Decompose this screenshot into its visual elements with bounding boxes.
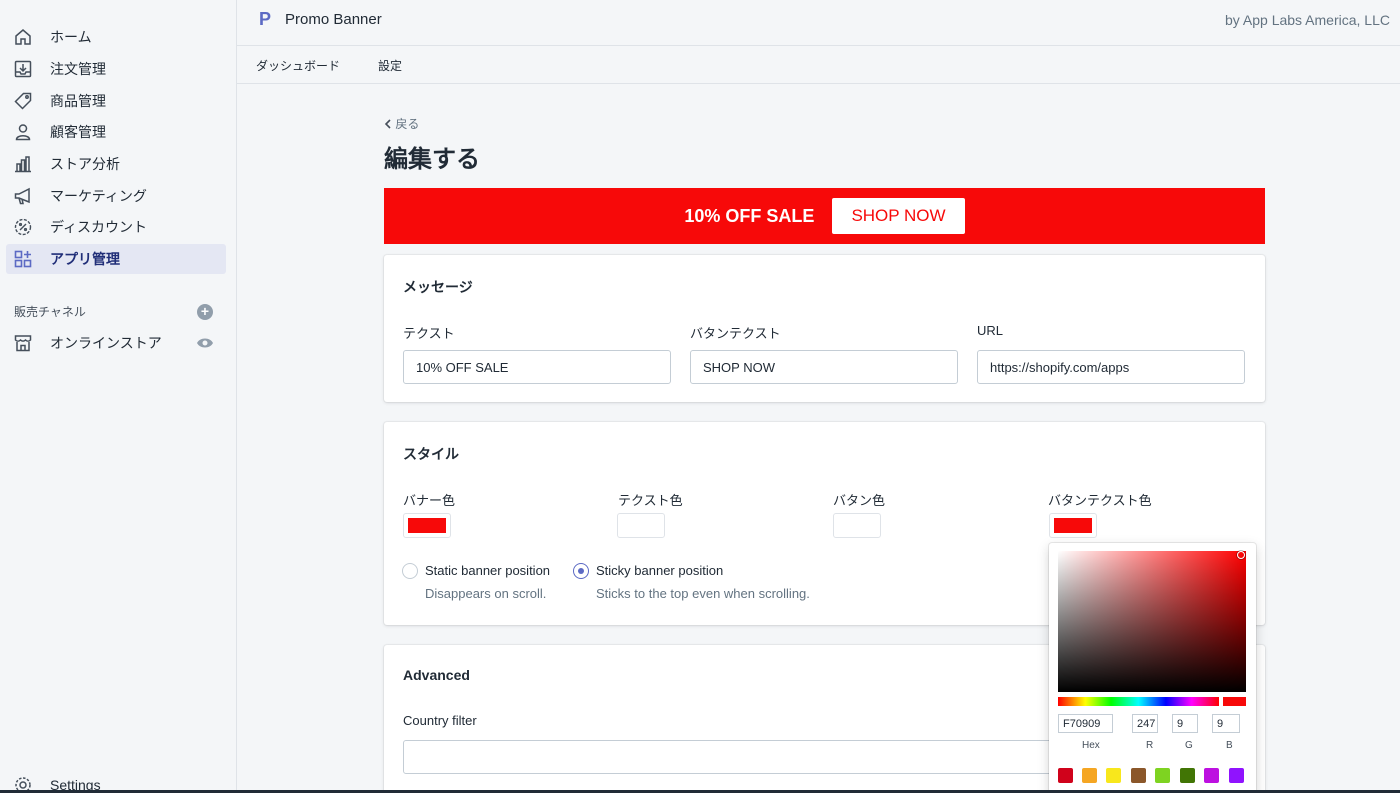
preset-color-swatch[interactable] <box>1180 768 1195 783</box>
selected-color-preview <box>1223 697 1246 706</box>
sidebar-item-label: ディスカウント <box>50 219 148 235</box>
url-input[interactable]: https://shopify.com/apps <box>977 350 1245 384</box>
sidebar: ホーム 注文管理 商品管理 顧客管理 ストア分析 マーケティング ディスカウント… <box>0 0 237 793</box>
sidebar-item-discounts[interactable]: ディスカウント <box>6 212 226 242</box>
chevron-left-icon <box>384 117 395 131</box>
text-field-label: テクスト <box>403 326 455 341</box>
sidebar-item-label: ストア分析 <box>50 156 120 172</box>
preset-color-swatch[interactable] <box>1204 768 1219 783</box>
sticky-position-label[interactable]: Sticky banner position <box>596 563 723 578</box>
sidebar-item-customers[interactable]: 顧客管理 <box>6 117 226 147</box>
sidebar-item-marketing[interactable]: マーケティング <box>6 181 226 211</box>
tab-dashboard[interactable]: ダッシュボード <box>256 57 340 74</box>
hex-label: Hex <box>1082 740 1100 751</box>
store-icon <box>12 333 34 353</box>
sidebar-item-products[interactable]: 商品管理 <box>6 86 226 116</box>
sidebar-item-label: 顧客管理 <box>50 124 106 140</box>
sticky-position-radio[interactable] <box>573 563 589 579</box>
app-byline: by App Labs America, LLC <box>1225 12 1390 28</box>
view-store-eye-icon[interactable] <box>196 336 214 350</box>
banner-color-swatch[interactable] <box>403 513 451 538</box>
sidebar-item-home[interactable]: ホーム <box>6 22 226 52</box>
saturation-handle[interactable] <box>1237 551 1245 559</box>
button-color-swatch[interactable] <box>833 513 881 538</box>
blue-label: B <box>1226 740 1233 751</box>
sidebar-item-label: アプリ管理 <box>50 251 120 267</box>
text-color-label: テクスト色 <box>618 493 683 508</box>
home-icon <box>12 27 34 47</box>
sidebar-item-analytics[interactable]: ストア分析 <box>6 149 226 179</box>
message-card: メッセージ テクスト 10% OFF SALE バタンテクスト SHOP NOW… <box>384 255 1265 402</box>
static-position-help: Disappears on scroll. <box>425 586 547 601</box>
saturation-area[interactable] <box>1058 551 1246 692</box>
button-color-fill <box>838 518 876 533</box>
preset-color-swatch[interactable] <box>1131 768 1146 783</box>
hex-input[interactable]: F70909 <box>1058 714 1113 733</box>
sidebar-item-label: 注文管理 <box>50 61 106 77</box>
hue-slider[interactable] <box>1058 697 1219 706</box>
banner-preview: 10% OFF SALE SHOP NOW <box>384 188 1265 244</box>
sales-channels-heading: 販売チャネル <box>14 305 86 319</box>
tag-icon <box>12 91 34 111</box>
discount-icon <box>12 217 34 237</box>
country-filter-label: Country filter <box>403 713 477 728</box>
orders-icon <box>12 59 34 79</box>
sidebar-item-online-store[interactable]: オンラインストア <box>6 328 226 358</box>
green-input[interactable]: 9 <box>1172 714 1198 733</box>
static-position-label[interactable]: Static banner position <box>425 563 550 578</box>
analytics-icon <box>12 154 34 174</box>
static-position-radio[interactable] <box>402 563 418 579</box>
sidebar-item-label: ホーム <box>50 29 92 45</box>
app-logo: P <box>259 9 272 29</box>
customer-icon <box>12 122 34 142</box>
preset-color-swatch[interactable] <box>1155 768 1170 783</box>
back-label: 戻る <box>395 117 420 131</box>
button-text-color-swatch[interactable] <box>1049 513 1097 538</box>
sidebar-item-orders[interactable]: 注文管理 <box>6 54 226 84</box>
message-card-title: メッセージ <box>403 279 473 295</box>
red-label: R <box>1146 740 1154 751</box>
apps-icon <box>12 249 34 269</box>
color-picker: F70909 247 9 9 Hex R G B <box>1049 543 1256 793</box>
red-input[interactable]: 247 <box>1132 714 1158 733</box>
banner-color-label: バナー色 <box>403 493 456 508</box>
button-text-input[interactable]: SHOP NOW <box>690 350 958 384</box>
megaphone-icon <box>12 186 34 206</box>
app-tabbar: ダッシュボード 設定 <box>237 46 1400 84</box>
preset-color-swatch[interactable] <box>1106 768 1121 783</box>
app-header: P Promo Banner by App Labs America, LLC <box>237 0 1400 46</box>
green-label: G <box>1185 740 1193 751</box>
banner-preview-button[interactable]: SHOP NOW <box>832 198 965 234</box>
text-color-swatch[interactable] <box>617 513 665 538</box>
text-input[interactable]: 10% OFF SALE <box>403 350 671 384</box>
sidebar-item-label: マーケティング <box>50 188 147 204</box>
button-text-color-label: バタンテクスト色 <box>1048 493 1152 508</box>
preset-color-swatch[interactable] <box>1082 768 1097 783</box>
app-title: Promo Banner <box>285 11 382 28</box>
tab-settings[interactable]: 設定 <box>378 57 402 74</box>
button-text-color-fill <box>1054 518 1092 533</box>
url-field-label: URL <box>977 323 1004 338</box>
banner-color-fill <box>408 518 446 533</box>
sticky-position-help: Sticks to the top even when scrolling. <box>596 586 810 601</box>
style-card-title: スタイル <box>403 446 459 462</box>
banner-preview-text: 10% OFF SALE <box>684 205 815 226</box>
sidebar-item-label: オンラインストア <box>50 335 162 351</box>
add-channel-button[interactable]: + <box>197 304 213 320</box>
preset-color-swatch[interactable] <box>1229 768 1244 783</box>
preset-color-swatch[interactable] <box>1058 768 1073 783</box>
button-text-field-label: バタンテクスト <box>690 326 781 341</box>
sidebar-item-label: 商品管理 <box>50 93 106 109</box>
back-link[interactable]: 戻る <box>384 115 419 132</box>
blue-input[interactable]: 9 <box>1212 714 1240 733</box>
advanced-card-title: Advanced <box>403 667 470 683</box>
text-color-fill <box>622 518 660 533</box>
button-color-label: バタン色 <box>833 493 886 508</box>
page-title: 編集する <box>384 146 480 173</box>
sidebar-item-apps[interactable]: アプリ管理 <box>6 244 226 274</box>
